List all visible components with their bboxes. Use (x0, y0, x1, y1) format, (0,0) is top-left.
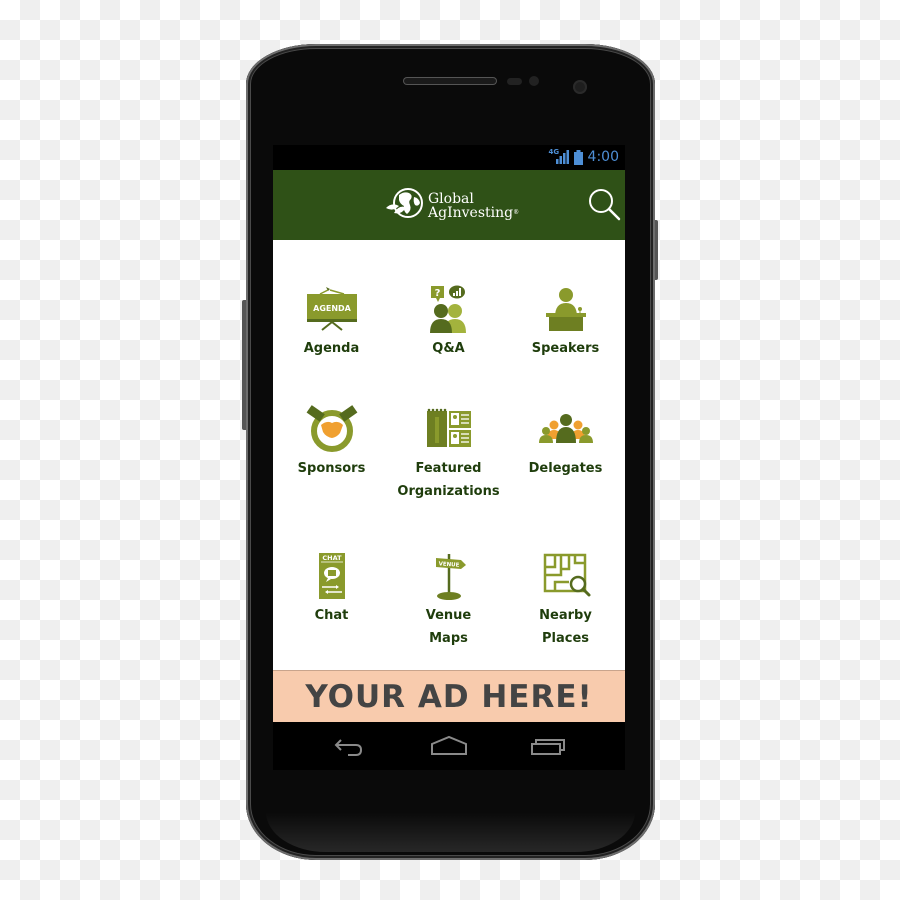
recent-apps-icon (531, 739, 565, 755)
agenda-board-icon: AGENDA (306, 287, 357, 331)
menu-item-label: Featured Organizations (390, 457, 507, 503)
ad-text: YOUR AD HERE! (305, 679, 593, 715)
menu-item-label: Delegates (528, 461, 603, 476)
menu-grid: AGENDA Agenda ? Q&A Speakers Sponsors Fe… (273, 240, 625, 670)
venue-signpost-icon: VENUE (435, 554, 466, 600)
globe-leaf-icon (386, 187, 424, 225)
ad-banner[interactable]: YOUR AD HERE! (273, 670, 625, 723)
menu-item-label: Agenda (303, 341, 360, 356)
search-button[interactable] (587, 187, 621, 221)
label-line2: Places (541, 631, 590, 646)
delegates-group-icon (538, 414, 593, 443)
svg-text:VENUE: VENUE (438, 561, 459, 568)
power-button[interactable] (655, 220, 658, 280)
status-bar: 4G 4:00 (273, 145, 625, 170)
menu-item-sponsors[interactable]: Sponsors (273, 405, 390, 480)
proximity-sensor (507, 78, 522, 85)
earpiece-speaker (404, 78, 496, 84)
home-button[interactable] (424, 732, 474, 760)
menu-item-agenda[interactable]: AGENDA Agenda (273, 285, 390, 360)
light-sensor (529, 76, 539, 86)
menu-item-speakers[interactable]: Speakers (507, 285, 624, 360)
logo-line1: Global (428, 191, 474, 207)
menu-item-nearby-places[interactable]: Nearby Places (507, 552, 624, 650)
menu-item-label: Venue Maps (390, 604, 507, 650)
svg-text:AGENDA: AGENDA (313, 304, 352, 313)
menu-item-label: Speakers (531, 341, 600, 356)
battery-icon (573, 149, 583, 165)
phone-glare (266, 812, 635, 852)
label-line1: Nearby (539, 608, 592, 623)
back-button[interactable] (325, 732, 375, 760)
map-search-icon (543, 553, 590, 597)
recent-apps-button[interactable] (523, 732, 573, 760)
svg-text:?: ? (434, 288, 440, 299)
label-line2: Organizations (397, 484, 500, 499)
phone-screen: 4G 4:00 Global AgInvesting® AGENDA Agend… (273, 145, 625, 770)
app-header: Global AgInvesting® (273, 170, 625, 240)
logo-line2: AgInvesting (428, 205, 514, 221)
menu-item-label: Nearby Places (507, 604, 624, 650)
search-icon (589, 189, 621, 221)
svg-text:CHAT: CHAT (322, 554, 342, 562)
chat-icon: CHAT (318, 553, 345, 599)
menu-item-chat[interactable]: CHAT Chat (273, 552, 390, 627)
menu-item-venue-maps[interactable]: VENUE Venue Maps (390, 552, 507, 650)
menu-item-featured-organizations[interactable]: Featured Organizations (390, 405, 507, 503)
menu-item-qa[interactable]: ? Q&A (390, 285, 507, 360)
navigation-bar (273, 722, 625, 770)
label-line1: Featured (415, 461, 482, 476)
directory-icon (426, 408, 471, 447)
menu-item-label: Sponsors (297, 461, 366, 476)
home-icon (431, 735, 467, 755)
speaker-podium-icon (545, 288, 586, 331)
registered-mark: ® (513, 209, 520, 216)
menu-item-label: Chat (314, 608, 349, 623)
label-line2: Maps (429, 631, 468, 646)
signal-icon: 4G (549, 148, 569, 164)
logo[interactable]: Global AgInvesting® (386, 187, 519, 225)
front-camera (573, 80, 587, 94)
menu-item-label: Q&A (432, 341, 465, 356)
menu-item-delegates[interactable]: Delegates (507, 405, 624, 480)
handshake-icon (306, 405, 357, 452)
back-icon (334, 739, 363, 756)
label-line1: Venue (425, 608, 472, 623)
qa-people-icon: ? (429, 285, 466, 333)
clock: 4:00 (587, 149, 619, 165)
